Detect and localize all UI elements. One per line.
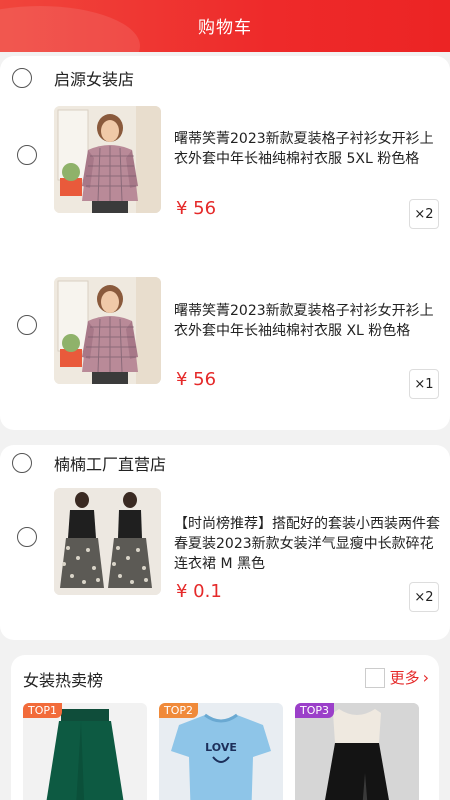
quantity-button[interactable]: ×1 xyxy=(409,369,439,399)
store-header: 启源女装店 xyxy=(12,66,134,90)
more-link[interactable]: 更多 › xyxy=(364,667,429,688)
quantity-button[interactable]: ×2 xyxy=(409,199,439,229)
store-card-1: 启源女装店 曙蒂笑菁2023新款夏装格子衬衫女开衫上衣外套中年长袖纯棉衬衣服 5… xyxy=(0,56,450,430)
store-select-radio[interactable] xyxy=(12,453,32,473)
hot-item[interactable]: TOP2 LOVE xyxy=(159,703,283,800)
product-photo-floral-dress xyxy=(54,488,161,595)
product-title[interactable]: 【时尚榜推荐】搭配好的套装小西装两件套春夏装2023新款女装洋气显瘦中长款碎花连… xyxy=(174,514,440,574)
product-title[interactable]: 曙蒂笑菁2023新款夏装格子衬衫女开衫上衣外套中年长袖纯棉衬衣服 XL 粉色格 xyxy=(174,301,440,341)
quantity-button[interactable]: ×2 xyxy=(409,582,439,612)
more-label: 更多 xyxy=(389,669,420,687)
store-header: 楠楠工厂直营店 xyxy=(12,451,166,475)
store-name[interactable]: 启源女装店 xyxy=(54,66,134,90)
page-title: 购物车 xyxy=(198,18,252,38)
rank-badge: TOP2 xyxy=(159,703,199,718)
product-photo-plaid-shirt xyxy=(54,277,161,384)
rank-badge: TOP3 xyxy=(295,703,335,718)
rank-badge: TOP1 xyxy=(23,703,63,718)
hot-item[interactable]: TOP3 xyxy=(295,703,419,800)
hot-item[interactable]: TOP1 xyxy=(23,703,147,800)
product-price: ¥ 56 xyxy=(176,198,217,219)
hot-sales-section: 女装热卖榜 更多 › TOP1 TOP2 LOVE TOP3 xyxy=(11,655,439,800)
product-image[interactable] xyxy=(54,488,161,595)
item-select-radio[interactable] xyxy=(17,315,37,335)
header-bar: 购物车 xyxy=(0,0,450,52)
store-name[interactable]: 楠楠工厂直营店 xyxy=(54,451,166,475)
shirt-print: LOVE xyxy=(205,741,237,754)
store-select-radio[interactable] xyxy=(12,68,32,88)
item-select-radio[interactable] xyxy=(17,527,37,547)
product-price: ¥ 56 xyxy=(176,369,217,390)
checkbox-icon xyxy=(364,667,385,688)
item-select-radio[interactable] xyxy=(17,145,37,165)
chevron-right-icon: › xyxy=(422,668,429,687)
product-price: ¥ 0.1 xyxy=(176,581,222,602)
product-image[interactable] xyxy=(54,106,161,213)
product-title[interactable]: 曙蒂笑菁2023新款夏装格子衬衫女开衫上衣外套中年长袖纯棉衬衣服 5XL 粉色格 xyxy=(174,129,440,169)
product-photo-plaid-shirt xyxy=(54,106,161,213)
section-title: 女装热卖榜 xyxy=(23,671,104,690)
store-card-2: 楠楠工厂直营店 【时尚榜推荐】搭配好的套装小西装两件套春夏装2023新款女装洋气… xyxy=(0,445,450,640)
product-image[interactable] xyxy=(54,277,161,384)
